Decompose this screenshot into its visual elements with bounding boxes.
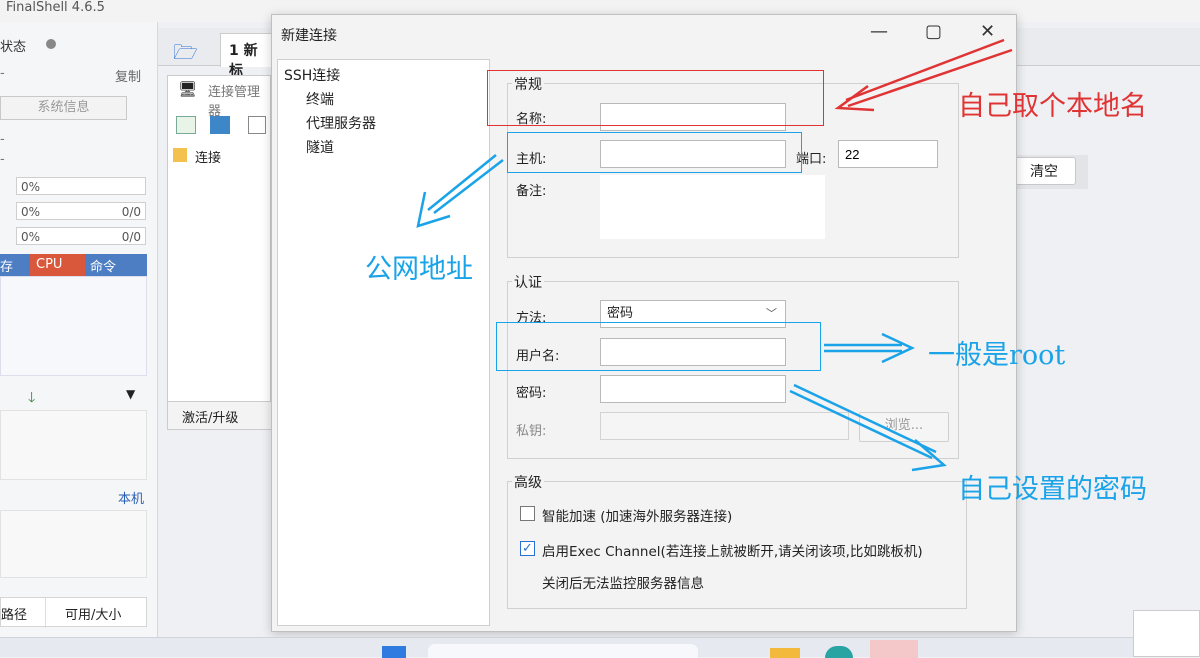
password-hint: 自己设置的密码 (958, 474, 1147, 505)
user-hint: 一般是root (928, 340, 1066, 371)
finalshell-task-icon[interactable] (870, 640, 918, 658)
name-hint: 自己取个本地名 (958, 91, 1147, 122)
host-arrow-icon (416, 154, 504, 228)
host-hint: 公网地址 (365, 254, 473, 285)
taskbar-search[interactable] (428, 644, 698, 658)
user-arrow-icon (824, 332, 915, 364)
edge-icon[interactable] (825, 646, 853, 658)
windows-start-icon[interactable] (382, 646, 406, 658)
preview-thumbnail (1133, 610, 1200, 657)
taskbar (0, 637, 1200, 658)
password-arrow-icon (789, 383, 947, 472)
